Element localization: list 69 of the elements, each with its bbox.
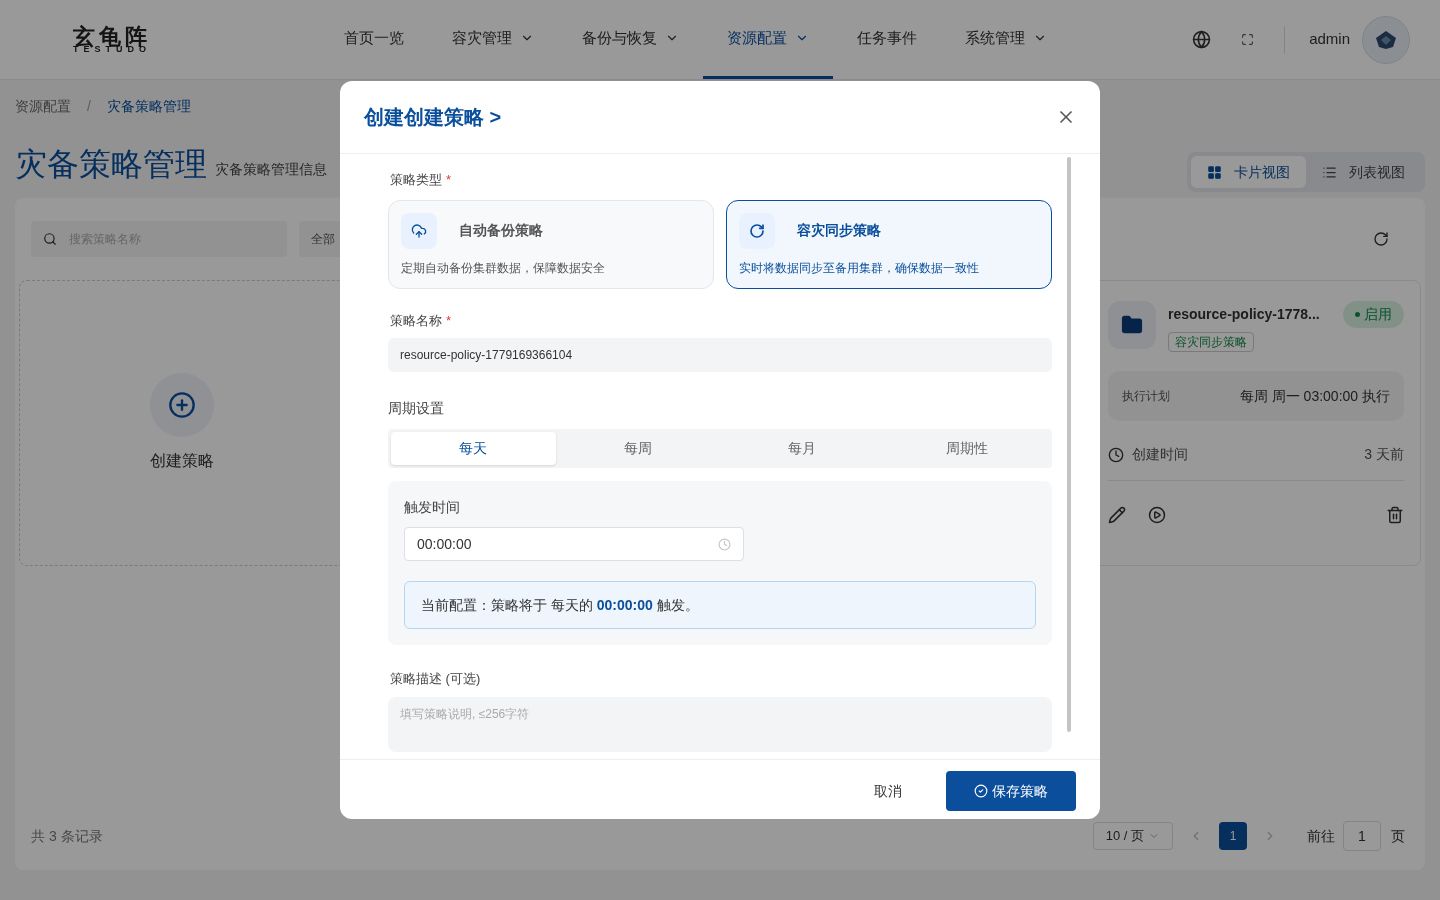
page-number[interactable]: 1 <box>1219 822 1247 850</box>
list-icon <box>1322 164 1337 180</box>
required-mark: * <box>446 172 452 187</box>
created-label: 创建时间 <box>1132 445 1188 464</box>
edit-icon[interactable] <box>1108 506 1126 524</box>
trash-icon[interactable] <box>1386 506 1404 524</box>
clock-icon <box>718 537 731 551</box>
page-title: 灾备策略管理 <box>15 148 207 180</box>
cancel-button[interactable]: 取消 <box>866 780 910 802</box>
nav-item[interactable]: 备份与恢复 <box>558 0 703 79</box>
field-label: 策略类型 <box>390 172 442 187</box>
clock-icon <box>1108 446 1124 463</box>
play-icon[interactable] <box>1148 506 1166 524</box>
field-label: 周期设置 <box>388 399 445 418</box>
create-label: 创建策略 <box>150 451 214 471</box>
period-tab[interactable]: 每月 <box>720 432 885 465</box>
breadcrumb-item[interactable]: 灾备策略管理 <box>106 95 191 117</box>
period-tab[interactable]: 周期性 <box>884 432 1049 465</box>
policy-type-card[interactable]: 自动备份策略 定期自动备份集群数据，保障数据安全 <box>388 199 714 289</box>
required-mark: * <box>446 312 452 328</box>
schedule-value: 每周 周一 03:00:00 执行 <box>1239 386 1390 406</box>
policy-name: resource-policy-1778... <box>1168 305 1320 324</box>
save-button[interactable]: 保存策略 <box>946 771 1076 811</box>
goto-unit: 页 <box>1391 826 1405 846</box>
refresh-icon[interactable] <box>1373 231 1389 247</box>
check-circle-icon <box>974 784 988 798</box>
username[interactable]: admin <box>1309 28 1350 51</box>
view-tab[interactable]: 卡片视图 <box>1191 156 1306 188</box>
folder-icon <box>1121 314 1143 336</box>
type-title: 容灾同步策略 <box>797 221 881 240</box>
language-icon[interactable] <box>1192 30 1212 49</box>
nav-item[interactable]: 任务事件 <box>833 0 941 79</box>
page-size-select[interactable]: 10 / 页 <box>1092 822 1173 850</box>
search-icon <box>43 232 57 246</box>
plus-icon <box>168 391 196 419</box>
type-title: 自动备份策略 <box>459 221 543 240</box>
fullscreen-icon[interactable] <box>1241 33 1255 46</box>
field-label: 策略名称 <box>390 312 442 328</box>
schedule-label: 执行计划 <box>1122 388 1170 405</box>
goto-label: 前往 <box>1307 826 1335 846</box>
grid-icon <box>1207 164 1222 180</box>
time-field[interactable]: 00:00:00 <box>404 527 744 561</box>
policy-tag: 容灾同步策略 <box>1168 332 1254 352</box>
nav-item[interactable]: 系统管理 <box>941 0 1071 79</box>
field-label: 触发时间 <box>404 498 461 517</box>
type-description: 定期自动备份集群数据，保障数据安全 <box>401 259 606 277</box>
type-description: 实时将数据同步至备用集群，确保数据一致性 <box>739 259 980 277</box>
period-tab[interactable]: 每周 <box>555 432 720 465</box>
cloud-icon <box>411 222 427 239</box>
field-label: 策略描述 (可选) <box>390 670 482 688</box>
logo: 玄龟阵 TESTUDO <box>72 25 152 54</box>
config-summary: 当前配置：策略将于 每天的 00:00:00 触发。 <box>404 581 1036 629</box>
record-count: 共 3 条记录 <box>31 826 103 846</box>
status-badge: 启用 <box>1343 301 1404 328</box>
policy-type-card[interactable]: 容灾同步策略 实时将数据同步至备用集群，确保数据一致性 <box>726 199 1052 289</box>
page-subtitle: 灾备策略管理信息 <box>215 160 327 179</box>
breadcrumb-separator: / <box>87 96 91 116</box>
created-value: 3 天前 <box>1364 445 1404 464</box>
nav-item[interactable]: 容灾管理 <box>428 0 558 79</box>
view-tab[interactable]: 列表视图 <box>1306 156 1421 188</box>
avatar[interactable] <box>1362 15 1410 64</box>
name-field[interactable]: resource-policy-1779169366104 <box>388 338 1052 372</box>
period-tab[interactable]: 每天 <box>391 432 556 465</box>
breadcrumb-item[interactable]: 资源配置 <box>15 95 71 117</box>
nav-item[interactable]: 首页一览 <box>320 0 428 79</box>
refresh-icon <box>749 222 765 239</box>
dialog-title: 创建创建策略 > <box>364 105 502 130</box>
goto-field[interactable]: 1 <box>1343 821 1381 851</box>
description-field[interactable]: 填写策略说明, ≤256字符 <box>388 696 1052 752</box>
